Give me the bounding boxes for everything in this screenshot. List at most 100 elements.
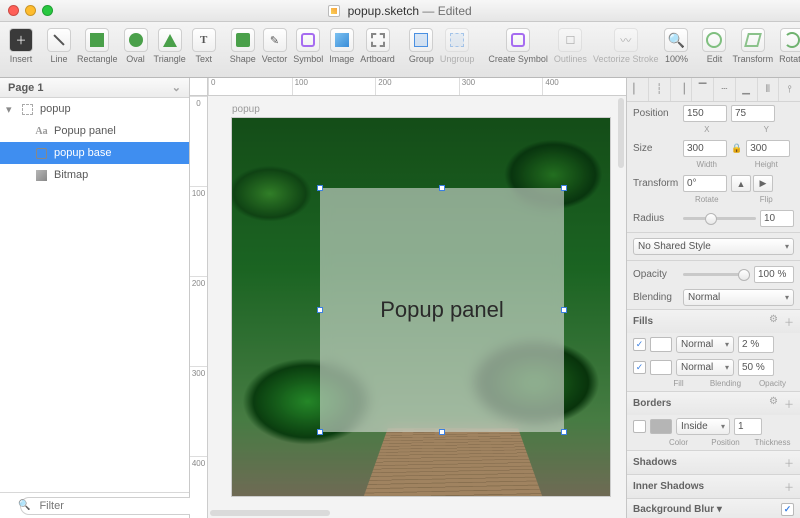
radius-input[interactable]: 10 [760,210,794,227]
window-title: popup.sketch — Edited [0,4,800,18]
fill-color-swatch[interactable] [650,337,672,352]
fill-opacity-input[interactable]: 2 % [738,336,774,353]
vectorize-stroke-button[interactable]: 〰Vectorize Stroke [590,26,662,66]
border-enable-checkbox[interactable] [633,420,646,433]
edit-button[interactable]: Edit [699,26,729,66]
ruler-origin[interactable] [190,78,208,96]
shadows-add-button[interactable]: ＋ [784,455,794,470]
outlines-button[interactable]: ☐Outlines [551,26,590,66]
scrollbar-vertical[interactable] [618,98,624,168]
fill-row: Normal▾50 % [627,356,800,379]
rectangle-tool[interactable]: Rectangle [74,26,121,66]
radius-label: Radius [633,213,679,224]
artboard-label[interactable]: popup [232,104,260,115]
height-input[interactable]: 300 [746,140,790,157]
borders-gear-icon[interactable]: ⚙ [769,396,778,411]
layer-list: ▾popupAaPopup panelpopup baseBitmap [0,98,189,492]
rotate-input[interactable]: 0° [683,175,727,192]
vector-tool[interactable]: ✎Vector [259,26,291,66]
align-center-v-button[interactable]: ┄ [714,78,736,101]
flip-h-button[interactable]: ▲ [731,175,751,192]
artboard-tool[interactable]: Artboard [357,26,398,66]
ruler-horizontal[interactable]: 0100200300400 [208,78,626,96]
fills-add-button[interactable]: ＋ [784,314,794,329]
blending-select[interactable]: Normal▾ [683,289,794,306]
window-titlebar: popup.sketch — Edited [0,0,800,22]
close-window-button[interactable] [8,5,19,16]
border-color-swatch[interactable] [650,419,672,434]
artboard[interactable]: Popup panel [232,118,610,496]
popup-base-layer[interactable]: Popup panel [320,188,564,432]
layer-row[interactable]: ▾popup [0,98,189,120]
shadows-section: Shadows＋ [627,450,800,474]
fill-blend-select[interactable]: Normal▾ [676,336,734,353]
position-y-input[interactable]: 75 [731,105,775,122]
layer-row[interactable]: AaPopup panel [0,120,189,142]
pages-header[interactable]: Page 1⌄ [0,78,189,98]
flip-v-button[interactable]: ▶ [753,175,773,192]
blending-label: Blending [633,292,679,303]
borders-add-button[interactable]: ＋ [784,396,794,411]
radius-slider[interactable] [683,212,756,226]
distribute-h-button[interactable]: ⫴ [758,78,780,101]
window-controls [8,5,53,16]
scrollbar-horizontal[interactable] [210,510,330,516]
inner-shadows-add-button[interactable]: ＋ [784,479,794,494]
insert-button[interactable]: ＋Insert [6,26,36,66]
bgblur-checkbox[interactable] [781,503,794,516]
layers-panel: Page 1⌄ ▾popupAaPopup panelpopup baseBit… [0,78,190,518]
triangle-tool[interactable]: Triangle [151,26,189,66]
text-tool[interactable]: TText [189,26,219,66]
fill-row: Normal▾2 % [627,333,800,356]
fill-enable-checkbox[interactable] [633,338,646,351]
image-tool[interactable]: Image [326,26,357,66]
minimize-window-button[interactable] [25,5,36,16]
ungroup-button[interactable]: Ungroup [437,26,478,66]
symbol-tool[interactable]: Symbol [290,26,326,66]
fills-gear-icon[interactable]: ⚙ [769,314,778,329]
fills-section: Fills⚙＋ [627,309,800,333]
position-label: Position [633,108,679,119]
lock-aspect-icon[interactable]: 🔒 [731,143,742,154]
rotate-button[interactable]: Rotate [776,26,800,66]
oval-tool[interactable]: Oval [121,26,151,66]
fill-color-swatch[interactable] [650,360,672,375]
document-icon [328,5,340,17]
toolbar: ＋Insert Line Rectangle Oval Triangle TTe… [0,22,800,78]
opacity-slider[interactable] [683,268,750,282]
zoom-window-button[interactable] [42,5,53,16]
layer-row[interactable]: popup base [0,142,189,164]
group-button[interactable]: Group [406,26,437,66]
position-x-input[interactable]: 150 [683,105,727,122]
canvas-stage[interactable]: popup Popup panel [208,96,626,518]
size-label: Size [633,143,679,154]
inner-shadows-section: Inner Shadows＋ [627,474,800,498]
transform-button[interactable]: Transform [729,26,776,66]
fill-opacity-input[interactable]: 50 % [738,359,774,376]
align-controls: ▏ ┆ ▕ ▔ ┄ ▁ ⫴ ⫯ [627,78,800,102]
canvas-area: 0100200300400 0100200300400500 popup Pop… [190,78,626,518]
layer-row[interactable]: Bitmap [0,164,189,186]
create-symbol-button[interactable]: Create Symbol [485,26,551,66]
width-input[interactable]: 300 [683,140,727,157]
distribute-v-button[interactable]: ⫯ [779,78,800,101]
transform-label: Transform [633,178,679,189]
border-thickness-input[interactable]: 1 [734,418,762,435]
fill-enable-checkbox[interactable] [633,361,646,374]
align-left-button[interactable]: ▏ [627,78,649,101]
align-bottom-button[interactable]: ▁ [736,78,758,101]
line-tool[interactable]: Line [44,26,74,66]
opacity-input[interactable]: 100 % [754,266,794,283]
inspector-panel: ▏ ┆ ▕ ▔ ┄ ▁ ⫴ ⫯ Position 150 75 XY Size … [626,78,800,518]
zoom-control[interactable]: 🔍100% [661,26,691,66]
align-center-h-button[interactable]: ┆ [649,78,671,101]
align-top-button[interactable]: ▔ [692,78,714,101]
align-right-button[interactable]: ▕ [671,78,693,101]
shared-style-select[interactable]: No Shared Style▾ [633,238,794,255]
border-position-select[interactable]: Inside▾ [676,418,730,435]
filter-input[interactable] [20,497,198,515]
shape-tool[interactable]: Shape [227,26,259,66]
fill-blend-select[interactable]: Normal▾ [676,359,734,376]
popup-panel-text[interactable]: Popup panel [380,297,504,323]
ruler-vertical[interactable]: 0100200300400500 [190,96,208,518]
